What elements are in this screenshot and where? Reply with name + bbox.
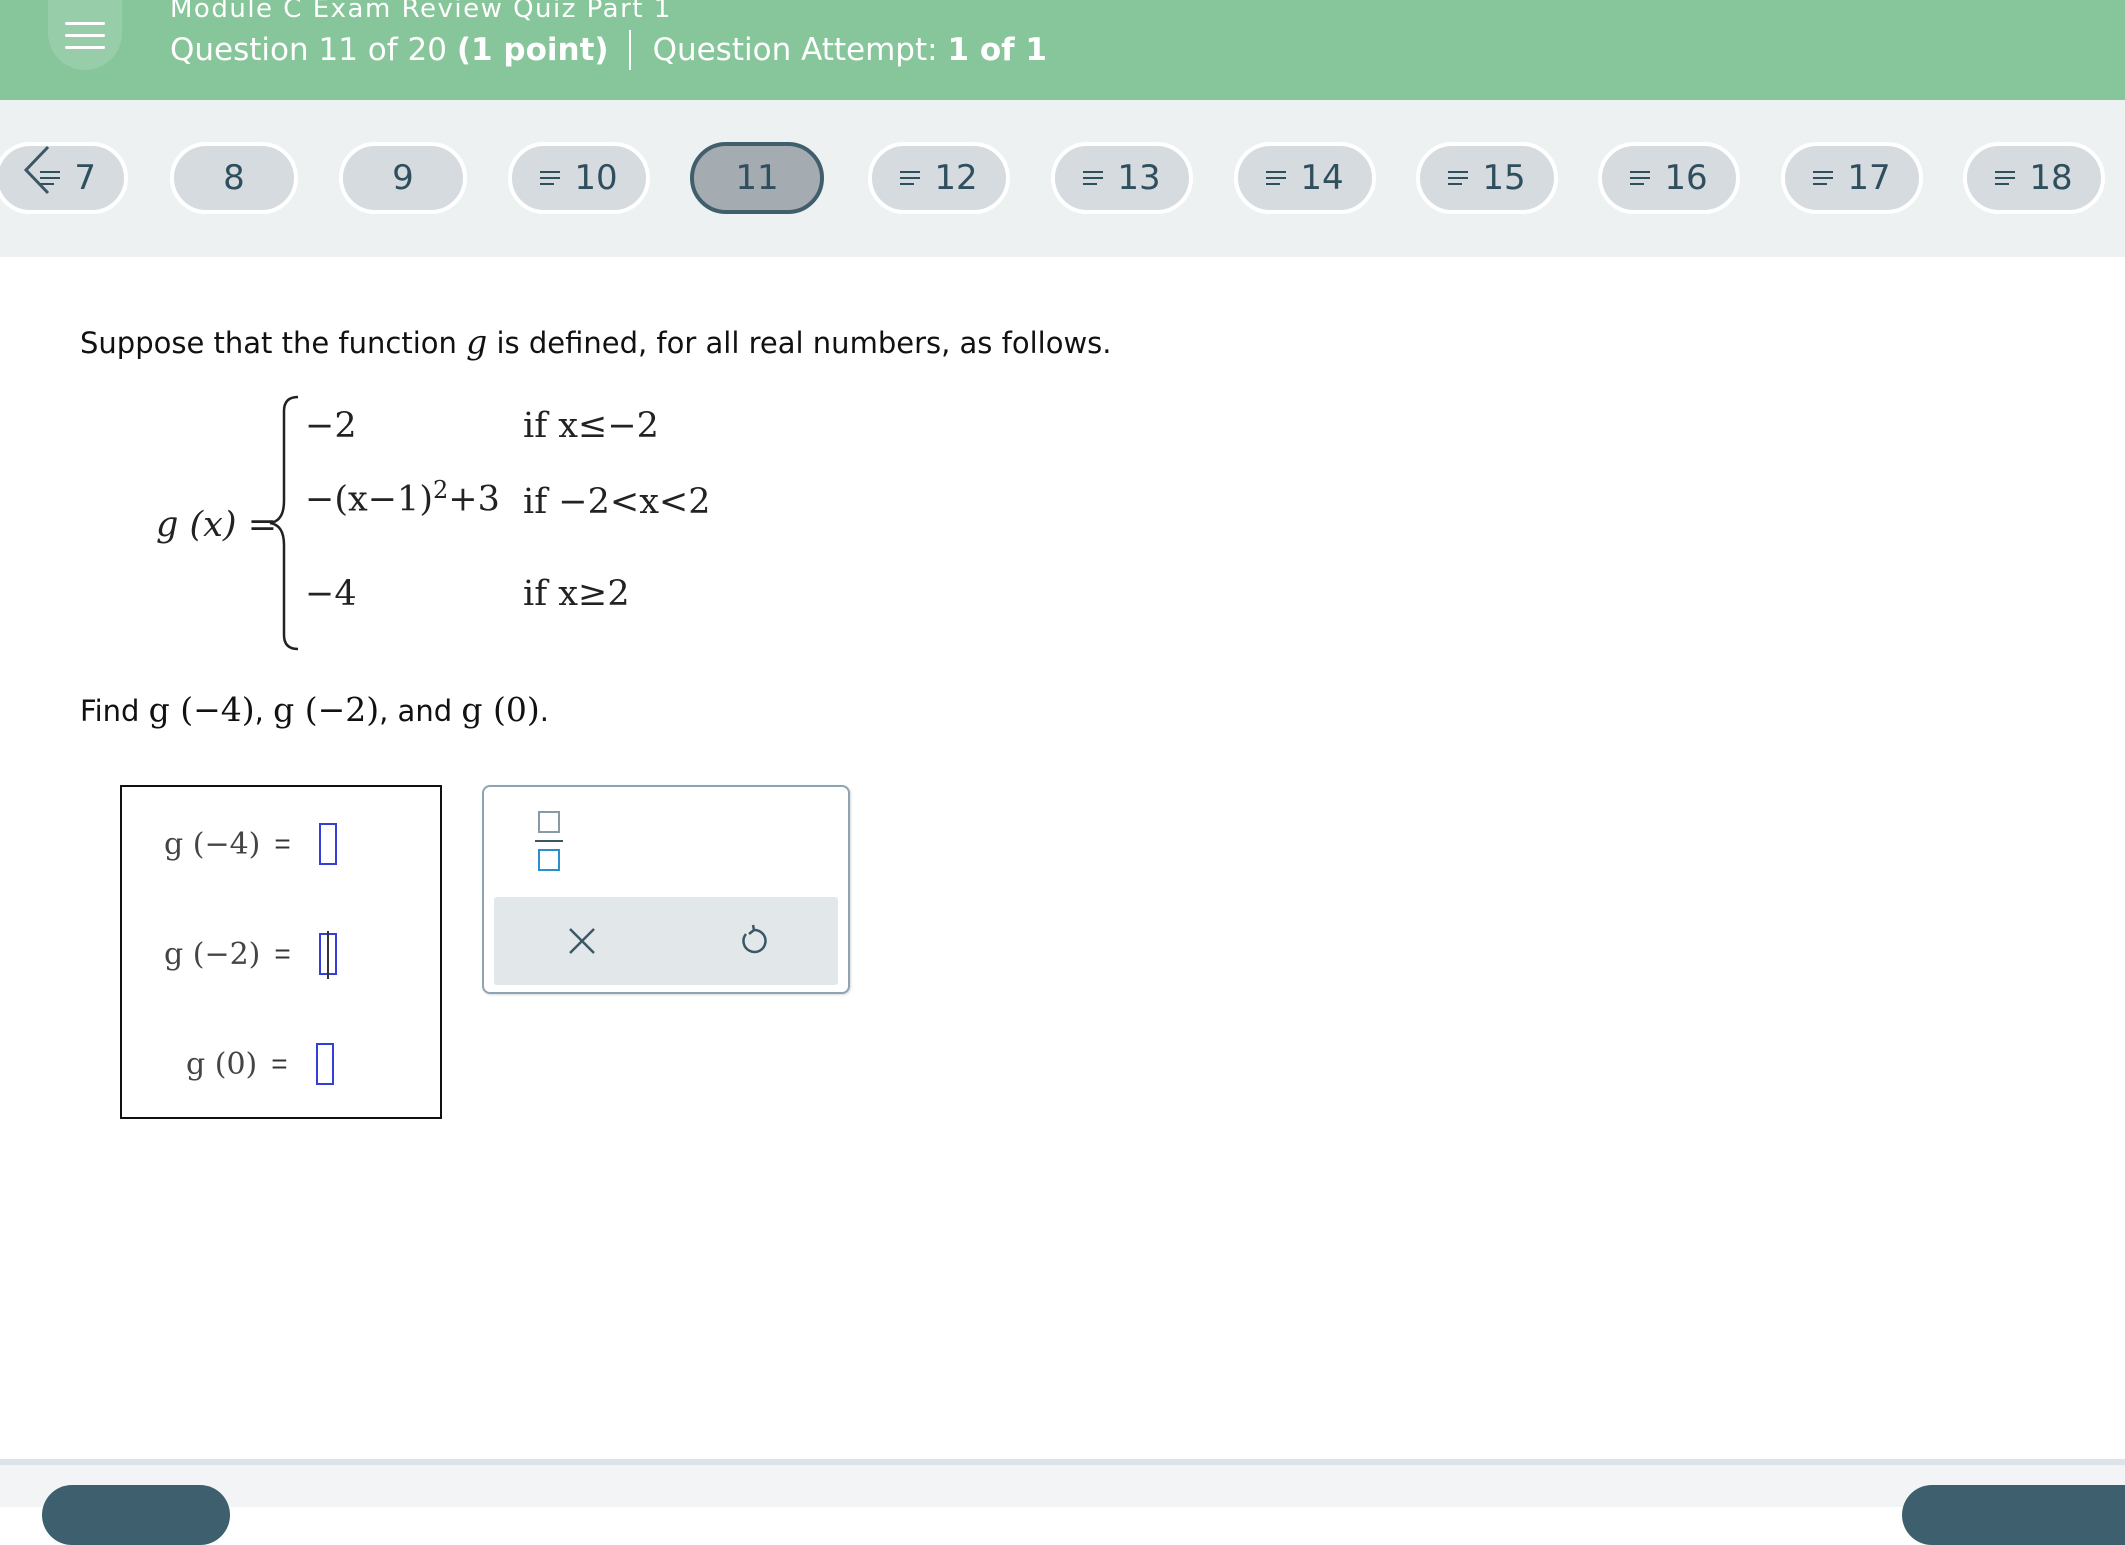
question-pill-label: 16 [1664, 158, 1708, 198]
menu-icon-line [65, 21, 105, 25]
question-pill-13[interactable]: 13 [1051, 142, 1193, 214]
question-pill-18[interactable]: 18 [1963, 142, 2105, 214]
undo-icon [742, 924, 767, 954]
math-toolbox [482, 785, 850, 994]
question-pill-label: 8 [223, 158, 245, 198]
find-label: Find [80, 694, 140, 728]
case-2-condition: if −2<x<2 [523, 482, 711, 522]
fraction-denominator-icon [538, 849, 560, 871]
find-instruction: Find g (−4), g (−2), and g (0). [80, 690, 549, 729]
question-pill-label: 14 [1300, 158, 1344, 198]
answer-input-g-neg4[interactable] [318, 823, 337, 865]
fraction-button[interactable] [532, 811, 566, 871]
question-navigation: 7 8 9 10 11 12 13 14 15 16 17 18 [0, 100, 2125, 257]
prompt-end: is defined, for all real numbers, as fol… [496, 326, 1112, 360]
case-2-expr-main: −(x−1) [305, 479, 433, 520]
flag-lines-icon [1083, 171, 1104, 185]
case-3-condition: if x≥2 [523, 574, 630, 614]
question-pill-11[interactable]: 11 [690, 142, 824, 214]
find-item-3: g (0) [461, 690, 540, 729]
question-pill-label: 7 [74, 158, 96, 198]
case-2-expr-tail: +3 [448, 479, 500, 520]
flag-lines-icon [1448, 171, 1469, 185]
question-pill-17[interactable]: 17 [1781, 142, 1923, 214]
question-points: (1 point) [456, 32, 609, 68]
prompt-start: Suppose that the function [80, 326, 457, 360]
question-pill-12[interactable]: 12 [868, 142, 1010, 214]
function-lhs: g (x) = [156, 505, 277, 545]
menu-button[interactable] [48, 0, 122, 70]
question-pill-label: 10 [574, 158, 618, 198]
answer-box: g (−4) = g (−2) = g (0) = [120, 785, 442, 1119]
attempt-label: Question Attempt: [652, 32, 938, 68]
case-1-condition: if x≤−2 [523, 406, 659, 446]
bottom-left-button[interactable] [42, 1485, 230, 1545]
fraction-bar-icon [535, 840, 563, 842]
question-pill-label: 12 [934, 158, 978, 198]
flag-lines-icon [1266, 171, 1287, 185]
attempt-value: 1 of 1 [947, 32, 1047, 68]
find-item-1: g (−4) [148, 690, 255, 729]
find-sep-2: , and [379, 694, 453, 728]
answer-label-g-0: g (0) [186, 1046, 258, 1082]
answer-label-g-neg2: g (−2) [164, 936, 261, 972]
question-pill-14[interactable]: 14 [1234, 142, 1376, 214]
find-sep-1: , [254, 694, 264, 728]
top-header: Module C Exam Review Quiz Part 1 Questio… [0, 0, 2125, 100]
bottom-action-bar [0, 1459, 2125, 1507]
question-pill-16[interactable]: 16 [1598, 142, 1740, 214]
left-brace-icon [269, 395, 299, 651]
equals-sign: = [274, 938, 291, 969]
question-info: Question 11 of 20 (1 point) Question Att… [170, 30, 1047, 70]
question-pill-10[interactable]: 10 [508, 142, 650, 214]
undo-button[interactable] [730, 917, 778, 965]
find-item-2: g (−2) [273, 690, 380, 729]
case-1-expression: −2 [305, 406, 357, 446]
question-pill-15[interactable]: 15 [1416, 142, 1558, 214]
flag-lines-icon [1813, 171, 1834, 185]
flag-lines-icon [540, 171, 561, 185]
answer-row-g-neg2: g (−2) = [164, 931, 337, 979]
question-pill-label: 15 [1482, 158, 1526, 198]
equals-sign: = [271, 1048, 288, 1079]
case-2-expression: −(x−1)2+3 [305, 476, 500, 520]
answer-input-g-neg2[interactable] [318, 931, 337, 979]
fraction-numerator-icon [538, 811, 560, 833]
answer-row-g-0: g (0) = [186, 1043, 334, 1085]
menu-icon-line [65, 45, 105, 49]
find-end: . [539, 694, 549, 728]
flag-lines-icon [900, 171, 921, 185]
answer-input-g-0[interactable] [315, 1043, 334, 1085]
case-3-expression: −4 [305, 574, 357, 614]
question-pill-label: 9 [392, 158, 414, 198]
close-icon [569, 928, 595, 954]
answer-row-g-neg4: g (−4) = [164, 823, 337, 865]
nav-back-button[interactable] [14, 140, 60, 200]
question-pill-8[interactable]: 8 [170, 142, 298, 214]
clear-button[interactable] [558, 917, 606, 965]
equals-sign: = [274, 828, 291, 859]
question-pill-label: 18 [2029, 158, 2073, 198]
function-lhs-text: g (x) = [156, 505, 278, 545]
quiz-title: Module C Exam Review Quiz Part 1 [170, 0, 672, 24]
answer-label-g-neg4: g (−4) [164, 826, 261, 862]
prompt-variable: g [466, 322, 488, 361]
question-number: Question 11 of 20 [170, 32, 447, 68]
case-2-exponent: 2 [432, 476, 449, 504]
bottom-right-button[interactable] [1902, 1485, 2125, 1545]
question-pill-label: 17 [1847, 158, 1891, 198]
header-divider [628, 30, 631, 70]
question-prompt: Suppose that the function g is defined, … [80, 322, 1112, 361]
menu-icon-line [65, 33, 105, 37]
chevron-left-icon [23, 145, 50, 195]
flag-lines-icon [1995, 171, 2016, 185]
flag-lines-icon [1630, 171, 1651, 185]
toolbox-action-bar [494, 897, 838, 985]
question-pill-label: 11 [735, 158, 779, 198]
question-pill-label: 13 [1117, 158, 1161, 198]
question-pill-9[interactable]: 9 [339, 142, 467, 214]
